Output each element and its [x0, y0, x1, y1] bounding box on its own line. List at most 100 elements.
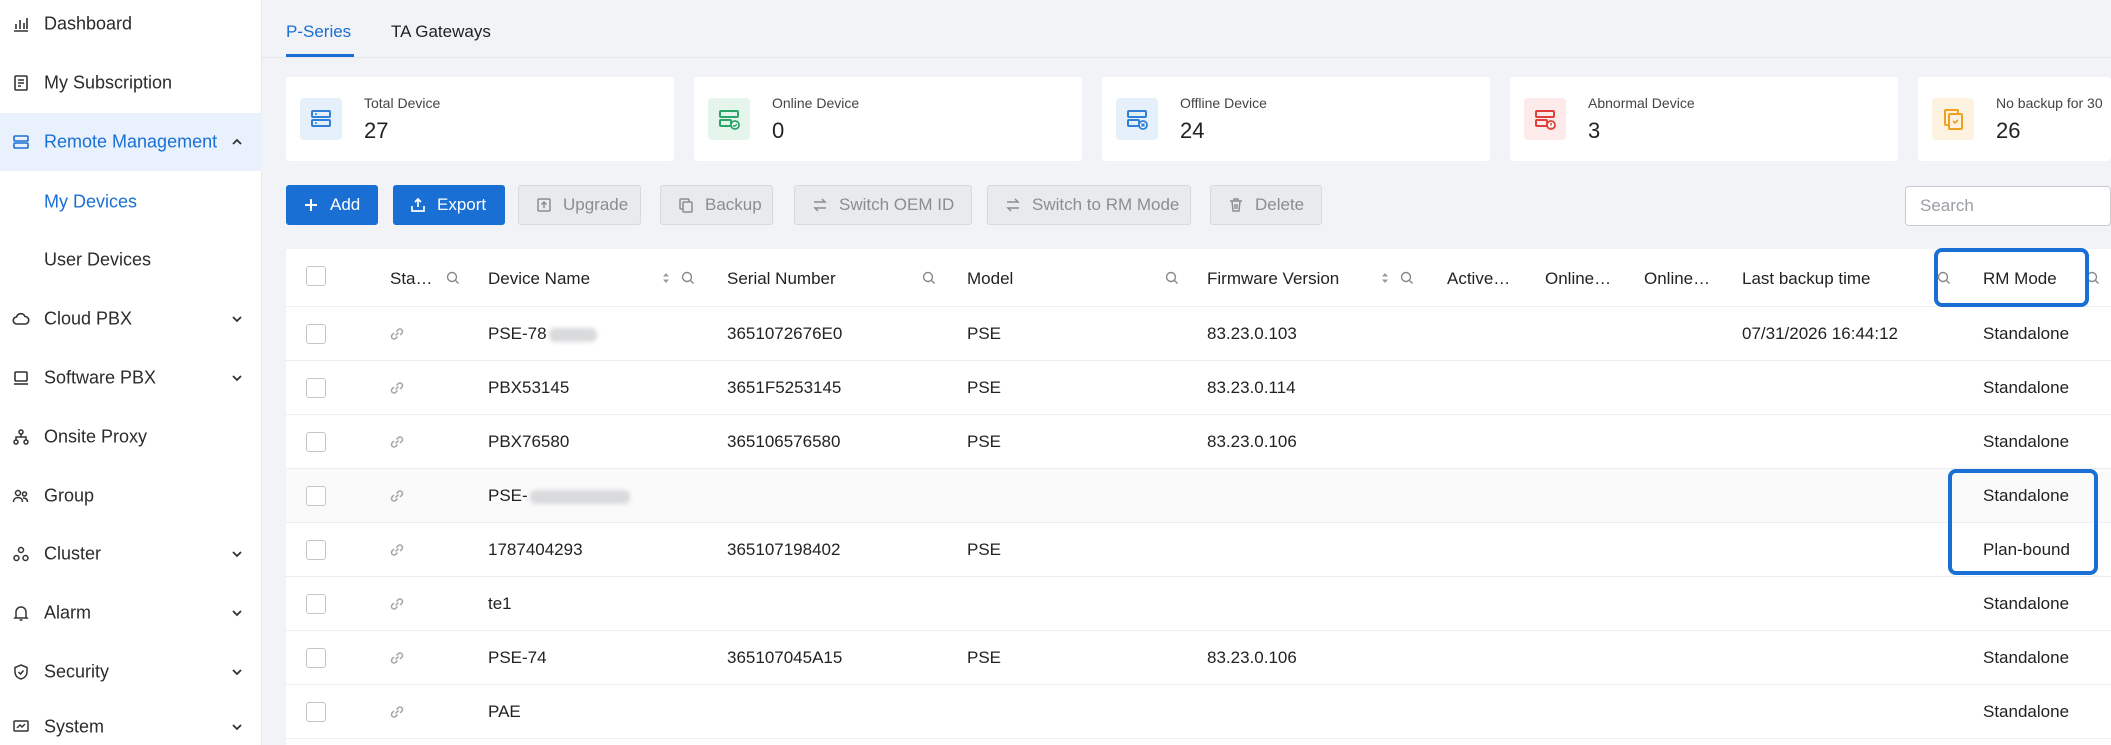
sidebar-item-label: Security	[44, 661, 110, 682]
column-header-online-2[interactable]: Online…	[1644, 269, 1710, 289]
sidebar-item-software-pbx[interactable]: Software PBX	[0, 349, 262, 407]
serial-number-cell: 365107045A15	[727, 648, 843, 667]
switch-rm-mode-button[interactable]: Switch to RM Mode	[987, 185, 1191, 225]
sidebar-item-onsite-proxy[interactable]: Onsite Proxy	[0, 408, 262, 466]
sidebar-item-label: Onsite Proxy	[44, 426, 148, 447]
tab-active-indicator	[286, 54, 354, 57]
sidebar-item-label: Cluster	[44, 543, 102, 564]
row-checkbox[interactable]	[306, 486, 326, 506]
search-icon[interactable]	[1400, 271, 1414, 285]
sidebar-item-user-devices[interactable]: User Devices	[0, 231, 262, 289]
sidebar-item-group[interactable]: Group	[0, 467, 262, 525]
search-icon[interactable]	[681, 271, 695, 285]
server-warning-icon	[1524, 98, 1566, 140]
column-header-active[interactable]: Active…	[1447, 269, 1510, 289]
serial-number-cell: 365107198402	[727, 540, 841, 559]
column-header-serial-number[interactable]: Serial Number	[727, 269, 836, 289]
stat-abnormal-device: Abnormal Device 3	[1510, 77, 1898, 161]
row-checkbox[interactable]	[306, 648, 326, 668]
sidebar-item-cluster[interactable]: Cluster	[0, 525, 262, 583]
sidebar: Dashboard My Subscription Remote Managem…	[0, 0, 262, 745]
stat-label: No backup for 30	[1996, 95, 2103, 111]
select-all-checkbox[interactable]	[306, 266, 326, 286]
chevron-down-icon	[232, 724, 242, 731]
chart-icon	[10, 13, 32, 35]
chevron-down-icon	[232, 551, 242, 558]
export-button[interactable]: Export	[393, 185, 505, 225]
column-header-device-name[interactable]: Device Name	[488, 269, 590, 289]
devices-table: Sta… Device Name Serial Number Model Fir…	[286, 249, 2111, 745]
row-checkbox[interactable]	[306, 702, 326, 722]
device-name-cell: PAE	[488, 702, 521, 721]
model-cell: PSE	[967, 378, 1002, 397]
column-header-model[interactable]: Model	[967, 269, 1013, 289]
stat-value: 3	[1588, 118, 1601, 143]
upgrade-button[interactable]: Upgrade	[518, 185, 641, 225]
stat-value: 24	[1180, 118, 1205, 143]
sidebar-item-my-subscription[interactable]: My Subscription	[0, 54, 262, 112]
table-row[interactable]: PBX76580 365106576580 PSE 83.23.0.106 St…	[286, 415, 2111, 469]
stat-label: Total Device	[364, 95, 441, 111]
table-row[interactable]: PSE- Standalone	[286, 469, 2111, 523]
sort-icon[interactable]	[1378, 271, 1392, 285]
sidebar-item-my-devices[interactable]: My Devices	[0, 173, 262, 231]
search-icon[interactable]	[1165, 271, 1179, 285]
tab-ta-gateways[interactable]: TA Gateways	[391, 22, 491, 42]
table-row[interactable]: te1 Standalone	[286, 577, 2111, 631]
column-header-last-backup-time[interactable]: Last backup time	[1742, 269, 1871, 289]
serial-number-cell: 3651F5253145	[727, 378, 842, 397]
link-icon	[390, 706, 404, 718]
rm-mode-cell: Standalone	[1983, 594, 2070, 613]
sidebar-item-system[interactable]: System	[0, 698, 262, 745]
row-checkbox[interactable]	[306, 432, 326, 452]
table-row[interactable]: 1787404293 365107198402 PSE Plan-bound	[286, 523, 2111, 577]
switch-oem-id-button[interactable]: Switch OEM ID	[794, 185, 972, 225]
backup-button-label: Backup	[705, 195, 762, 214]
server-online-icon	[708, 98, 750, 140]
sort-icon[interactable]	[659, 271, 673, 285]
search-icon[interactable]	[446, 271, 460, 285]
cluster-icon	[10, 543, 32, 565]
row-checkbox[interactable]	[306, 594, 326, 614]
table-row[interactable]: PAE Standalone	[286, 685, 2111, 739]
model-cell: PSE	[967, 540, 1002, 559]
device-name-cell: PBX53145	[488, 378, 570, 397]
proxy-icon	[10, 426, 32, 448]
row-checkbox[interactable]	[306, 378, 326, 398]
search-icon[interactable]	[922, 271, 936, 285]
stat-online-device: Online Device 0	[694, 77, 1082, 161]
main-content: P-Series TA Gateways Total Device 27 Onl…	[262, 0, 2111, 745]
column-header-status[interactable]: Sta…	[390, 269, 433, 289]
table-row[interactable]: PSE-74 365107045A15 PSE 83.23.0.106 Stan…	[286, 631, 2111, 685]
sidebar-item-remote-management[interactable]: Remote Management	[0, 113, 262, 171]
rm-mode-cell: Standalone	[1983, 702, 2070, 721]
sidebar-item-cloud-pbx[interactable]: Cloud PBX	[0, 290, 262, 348]
tab-p-series[interactable]: P-Series	[286, 22, 351, 42]
row-checkbox[interactable]	[306, 540, 326, 560]
search-input[interactable]	[1905, 186, 2111, 226]
table-row[interactable]: PBX53145 3651F5253145 PSE 83.23.0.114 St…	[286, 361, 2111, 415]
add-button[interactable]: Add	[286, 185, 378, 225]
link-icon	[390, 598, 404, 610]
column-header-firmware-version[interactable]: Firmware Version	[1207, 269, 1339, 289]
delete-button[interactable]: Delete	[1210, 185, 1322, 225]
server-icon	[300, 98, 342, 140]
add-button-label: Add	[330, 195, 361, 214]
chevron-down-icon	[232, 316, 242, 323]
backup-button[interactable]: Backup	[660, 185, 773, 225]
sidebar-item-alarm[interactable]: Alarm	[0, 584, 262, 642]
export-icon	[409, 196, 427, 214]
server-icon	[10, 131, 32, 153]
device-name-cell: PBX76580	[488, 432, 570, 451]
row-checkbox[interactable]	[306, 324, 326, 344]
redacted-text	[548, 327, 597, 342]
sidebar-item-security[interactable]: Security	[0, 643, 262, 701]
export-button-label: Export	[437, 195, 487, 214]
sidebar-item-label: Alarm	[44, 602, 92, 623]
device-name-cell: te1	[488, 594, 512, 613]
sidebar-item-dashboard[interactable]: Dashboard	[0, 0, 262, 53]
column-header-online-1[interactable]: Online…	[1545, 269, 1611, 289]
serial-number-cell: 365106576580	[727, 432, 841, 451]
table-row[interactable]: PSE-78 3651072676E0 PSE 83.23.0.103 07/3…	[286, 307, 2111, 361]
model-cell: PSE	[967, 432, 1002, 451]
